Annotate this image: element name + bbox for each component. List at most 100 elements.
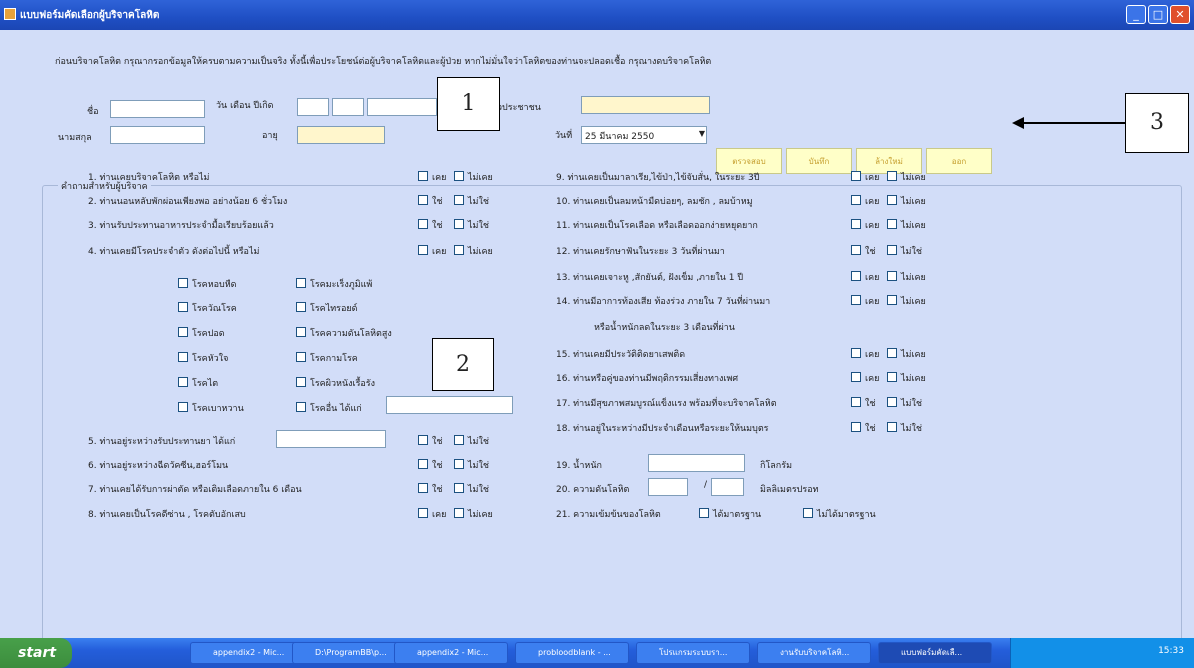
question-17-checkbox-1[interactable] bbox=[851, 397, 861, 407]
systolic-input[interactable] bbox=[648, 478, 688, 496]
question-13-checkbox-1[interactable] bbox=[851, 271, 861, 281]
disease-checkbox[interactable] bbox=[296, 302, 306, 312]
disease-checkbox[interactable] bbox=[178, 377, 188, 387]
taskbar-item[interactable]: D:\ProgramBB\p... bbox=[292, 642, 406, 664]
question-12-checkbox-2[interactable] bbox=[887, 245, 897, 255]
question-10-opt1-label: เคย bbox=[865, 197, 880, 207]
question-8-checkbox-1[interactable] bbox=[418, 508, 428, 518]
question-10-checkbox-1[interactable] bbox=[851, 195, 861, 205]
question-5-opt2-label: ไม่ใช่ bbox=[468, 437, 489, 447]
disease-checkbox[interactable] bbox=[178, 352, 188, 362]
disease-label: โรคไต bbox=[192, 379, 219, 389]
taskbar-item[interactable]: งานรับบริจาคโลหิ... bbox=[757, 642, 871, 664]
question-13-text: 13. ท่านเคยเจาะหู ,สักยันต์, ฝังเข็ม ,ภา… bbox=[556, 273, 744, 283]
question-10-opt2-label: ไม่เคย bbox=[901, 197, 926, 207]
disease-checkbox[interactable] bbox=[178, 302, 188, 312]
close-button[interactable]: ✕ bbox=[1170, 5, 1190, 24]
taskbar-item[interactable]: probloodblank - ... bbox=[515, 642, 629, 664]
diastolic-input[interactable] bbox=[711, 478, 744, 496]
question-4-checkbox-2[interactable] bbox=[454, 245, 464, 255]
arrow-left-icon bbox=[1012, 117, 1024, 129]
question-9-checkbox-2[interactable] bbox=[887, 171, 897, 181]
question-15-checkbox-1[interactable] bbox=[851, 348, 861, 358]
question-9-opt1-label: เคย bbox=[865, 173, 880, 183]
question-16-checkbox-1[interactable] bbox=[851, 372, 861, 382]
question-14-checkbox-2[interactable] bbox=[887, 295, 897, 305]
question-2-checkbox-1[interactable] bbox=[418, 195, 428, 205]
question-7-checkbox-2[interactable] bbox=[454, 483, 464, 493]
disease-checkbox[interactable] bbox=[296, 402, 306, 412]
question-11-checkbox-2[interactable] bbox=[887, 219, 897, 229]
question-6-checkbox-2[interactable] bbox=[454, 459, 464, 469]
dob-month-input[interactable] bbox=[332, 98, 364, 116]
taskbar-item[interactable]: แบบฟอร์มคัดเลื... bbox=[878, 642, 992, 664]
question-14-text: 14. ท่านมีอาการท้องเสีย ท้องร่วง ภายใน 7… bbox=[556, 297, 771, 307]
intro-text: ก่อนบริจาคโลหิต กรุณากรอกข้อมูลให้ครบตาม… bbox=[55, 57, 712, 67]
age-input[interactable] bbox=[297, 126, 385, 144]
weight-label: 19. น้ำหนัก bbox=[556, 461, 602, 471]
id-input[interactable] bbox=[581, 96, 710, 114]
disease-checkbox[interactable] bbox=[296, 327, 306, 337]
question-13-checkbox-2[interactable] bbox=[887, 271, 897, 281]
exit-button[interactable]: ออก bbox=[926, 148, 992, 174]
question-5-text: 5. ท่านอยู่ระหว่างรับประทานยา ได้แก่ bbox=[88, 437, 236, 447]
chevron-down-icon[interactable]: ▼ bbox=[699, 129, 705, 138]
question-5-checkbox-2[interactable] bbox=[454, 435, 464, 445]
question-6-opt1-label: ใช่ bbox=[432, 461, 443, 471]
question-2-checkbox-2[interactable] bbox=[454, 195, 464, 205]
question-12-checkbox-1[interactable] bbox=[851, 245, 861, 255]
question-14-opt2-label: ไม่เคย bbox=[901, 297, 926, 307]
date-picker[interactable]: 25 มีนาคม 2550 ▼ bbox=[581, 126, 707, 144]
minimize-button[interactable]: _ bbox=[1126, 5, 1146, 24]
annotation-2: 2 bbox=[432, 338, 494, 391]
density-not-ok-checkbox[interactable] bbox=[803, 508, 813, 518]
question-16-checkbox-2[interactable] bbox=[887, 372, 897, 382]
question-3-checkbox-2[interactable] bbox=[454, 219, 464, 229]
question-6-checkbox-1[interactable] bbox=[418, 459, 428, 469]
question-10-checkbox-2[interactable] bbox=[887, 195, 897, 205]
surname-input[interactable] bbox=[110, 126, 205, 144]
question-15-checkbox-2[interactable] bbox=[887, 348, 897, 358]
question-18-text: 18. ท่านอยู่ในระหว่างมีประจำเดือนหรือระย… bbox=[556, 424, 769, 434]
question-11-opt2-label: ไม่เคย bbox=[901, 221, 926, 231]
disease-checkbox[interactable] bbox=[178, 402, 188, 412]
other-disease-input[interactable] bbox=[386, 396, 513, 414]
dob-year-input[interactable] bbox=[367, 98, 437, 116]
question-11-checkbox-1[interactable] bbox=[851, 219, 861, 229]
question-5-checkbox-1[interactable] bbox=[418, 435, 428, 445]
disease-checkbox[interactable] bbox=[178, 278, 188, 288]
question-1-checkbox-2[interactable] bbox=[454, 171, 464, 181]
maximize-button[interactable]: □ bbox=[1148, 5, 1168, 24]
taskbar-item[interactable]: appendix2 - Mic... bbox=[190, 642, 304, 664]
dob-day-input[interactable] bbox=[297, 98, 329, 116]
disease-label: โรคหัวใจ bbox=[192, 354, 229, 364]
question-18-opt1-label: ใช่ bbox=[865, 424, 876, 434]
taskbar-item[interactable]: โปรแกรมระบบรา... bbox=[636, 642, 750, 664]
question-14-opt1-label: เคย bbox=[865, 297, 880, 307]
question-4-checkbox-1[interactable] bbox=[418, 245, 428, 255]
question-15-text: 15. ท่านเคยมีประวัติติดยาเสพติด bbox=[556, 350, 686, 360]
disease-checkbox[interactable] bbox=[296, 352, 306, 362]
start-button[interactable]: start bbox=[0, 638, 72, 668]
disease-checkbox[interactable] bbox=[296, 377, 306, 387]
density-ok-checkbox[interactable] bbox=[699, 508, 709, 518]
question-18-checkbox-2[interactable] bbox=[887, 422, 897, 432]
question-7-checkbox-1[interactable] bbox=[418, 483, 428, 493]
disease-checkbox[interactable] bbox=[178, 327, 188, 337]
question-8-checkbox-2[interactable] bbox=[454, 508, 464, 518]
disease-checkbox[interactable] bbox=[296, 278, 306, 288]
medicine-input[interactable] bbox=[276, 430, 386, 448]
save-button[interactable]: บันทึก bbox=[786, 148, 852, 174]
taskbar-item[interactable]: appendix2 - Mic... bbox=[394, 642, 508, 664]
question-14-checkbox-1[interactable] bbox=[851, 295, 861, 305]
question-9-checkbox-1[interactable] bbox=[851, 171, 861, 181]
question-18-checkbox-1[interactable] bbox=[851, 422, 861, 432]
question-17-opt1-label: ใช่ bbox=[865, 399, 876, 409]
question-3-checkbox-1[interactable] bbox=[418, 219, 428, 229]
question-14-continued-text: หรือน้ำหนักลดในระยะ 3 เดือนที่ผ่าน bbox=[594, 323, 735, 333]
name-input[interactable] bbox=[110, 100, 205, 118]
question-1-checkbox-1[interactable] bbox=[418, 171, 428, 181]
weight-input[interactable] bbox=[648, 454, 745, 472]
question-17-checkbox-2[interactable] bbox=[887, 397, 897, 407]
question-13-opt2-label: ไม่เคย bbox=[901, 273, 926, 283]
